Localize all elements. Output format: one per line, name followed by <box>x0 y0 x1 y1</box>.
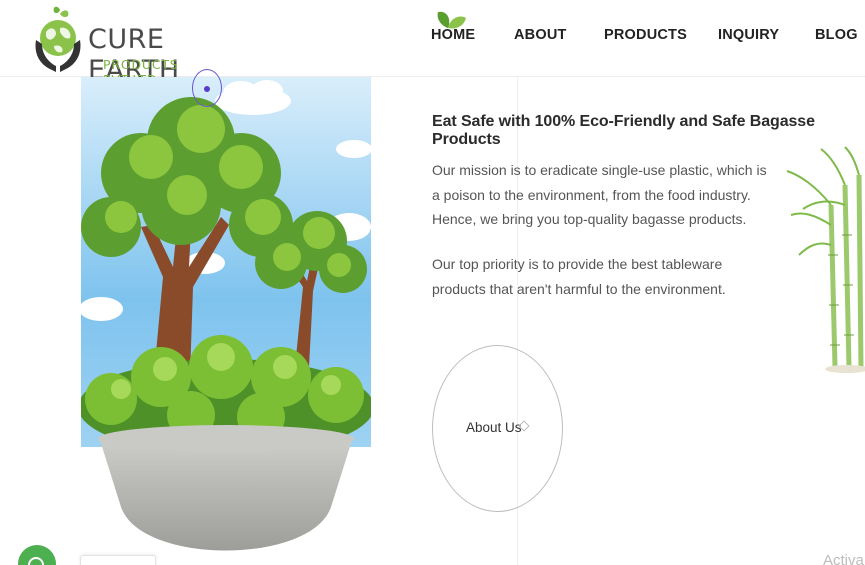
sugarcane-image <box>786 146 865 373</box>
nav-inquiry[interactable]: INQUIRY <box>718 27 779 43</box>
priority-paragraph: Our top priority is to provide the best … <box>432 256 726 297</box>
chat-popup[interactable] <box>80 555 156 565</box>
about-us-label[interactable]: About Us <box>466 420 522 435</box>
site-header: CURE EARTH PRODUCTS PVT.LTD. HOME ABOUT … <box>0 0 865 87</box>
nav-products[interactable]: PRODUCTS <box>604 27 687 43</box>
nav-blog[interactable]: BLOG <box>815 27 858 43</box>
bagasse-bowl-trees-image <box>81 77 371 551</box>
activate-watermark: Activa <box>823 552 864 565</box>
nav-home[interactable]: HOME <box>431 27 475 43</box>
page-headline: Eat Safe with 100% Eco-Friendly and Safe… <box>432 113 815 148</box>
nav-about[interactable]: ABOUT <box>514 27 567 43</box>
main-nav: HOME ABOUT PRODUCTS INQUIRY BLOG <box>0 11 865 49</box>
mission-paragraph: Our mission is to eradicate single-use p… <box>432 162 767 227</box>
cursor-dot <box>204 86 210 92</box>
